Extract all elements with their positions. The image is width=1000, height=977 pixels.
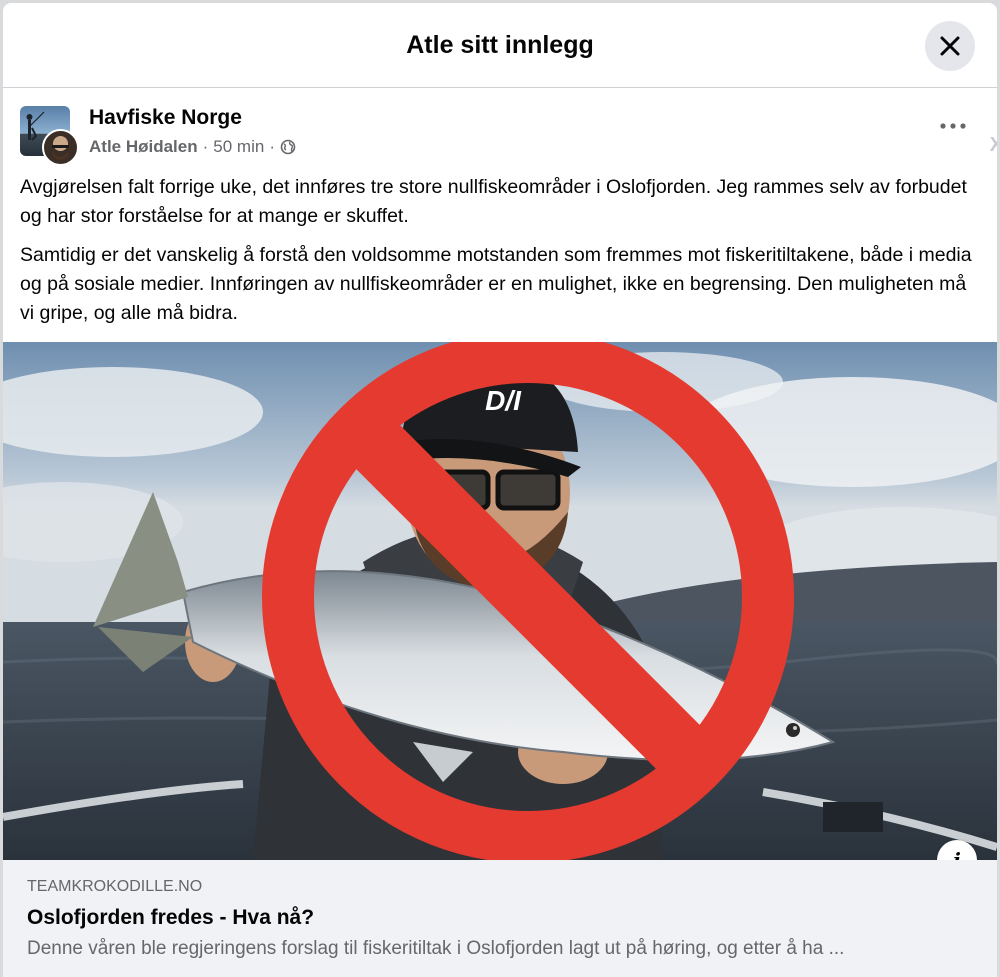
- post-timestamp[interactable]: 50 min: [213, 137, 264, 157]
- meta-separator: ·: [269, 137, 275, 156]
- more-dots-icon: [940, 123, 966, 129]
- link-title[interactable]: Oslofjorden fredes - Hva nå?: [27, 906, 314, 930]
- cap-logo: D/I: [485, 385, 522, 416]
- post-photo: D/I: [3, 342, 997, 860]
- post-dialog: Atle sitt innlegg Havfiske Norge Atle Hø…: [3, 3, 997, 977]
- link-preview[interactable]: TEAMKROKODILLE.NO Oslofjorden fredes - H…: [3, 860, 997, 977]
- author-name-link[interactable]: Atle Høidalen: [89, 137, 198, 157]
- group-name-link[interactable]: Havfiske Norge: [89, 106, 242, 130]
- close-button[interactable]: [925, 21, 975, 71]
- side-x-mark: X: [989, 134, 997, 156]
- post-paragraph: Avgjørelsen falt forrige uke, det innfør…: [20, 176, 967, 227]
- more-options-button[interactable]: [939, 116, 967, 136]
- link-description: Denne våren ble regjeringens forslag til…: [27, 938, 845, 959]
- user-avatar-image: [52, 145, 69, 160]
- post-header: Havfiske Norge Atle Høidalen · 50 min · …: [3, 88, 997, 166]
- post-paragraph: Samtidig er det vanskelig å forstå den v…: [20, 244, 972, 324]
- post-meta: Atle Høidalen · 50 min ·: [89, 137, 296, 157]
- globe-icon[interactable]: [280, 139, 296, 155]
- close-icon: [940, 36, 960, 56]
- avatar[interactable]: [20, 106, 79, 166]
- meta-separator: ·: [202, 137, 209, 156]
- user-avatar[interactable]: [42, 129, 79, 166]
- post-image[interactable]: D/I i: [3, 342, 997, 860]
- link-domain: TEAMKROKODILLE.NO: [27, 878, 203, 895]
- dialog-header: Atle sitt innlegg: [3, 3, 997, 88]
- dialog-title: Atle sitt innlegg: [406, 30, 594, 59]
- post-text: Avgjørelsen falt forrige uke, det innfør…: [3, 166, 997, 328]
